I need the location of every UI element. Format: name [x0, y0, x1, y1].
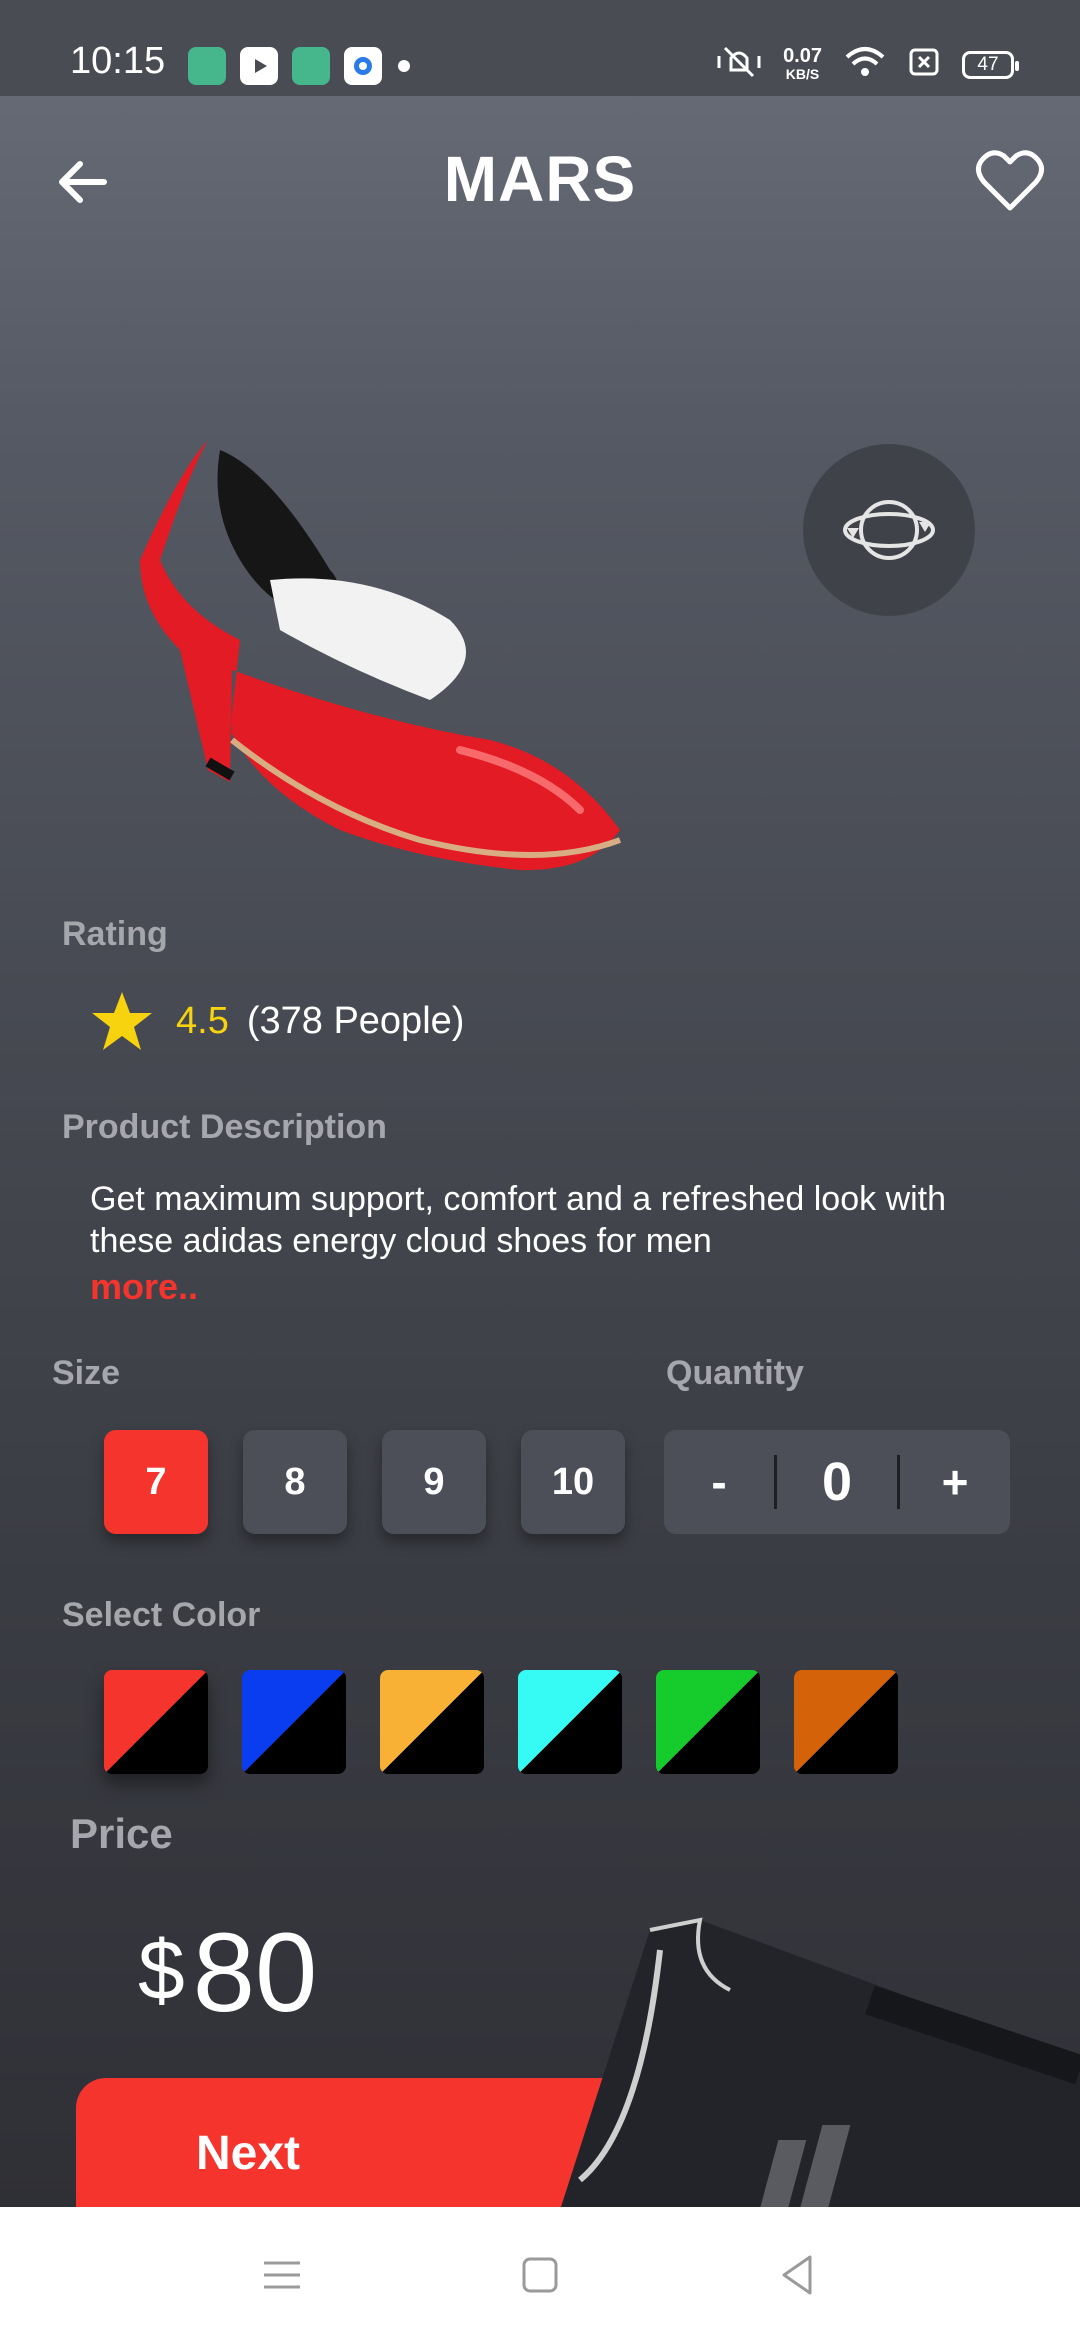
star-icon	[92, 992, 152, 1050]
youtube-icon	[240, 47, 278, 85]
sim-icon	[908, 47, 940, 82]
color-swatch-red[interactable]	[104, 1670, 208, 1774]
description-label: Product Description	[62, 1108, 387, 1146]
price-value: 80	[192, 1910, 318, 2035]
next-button-label: Next	[196, 2127, 301, 2180]
quantity-label: Quantity	[666, 1354, 804, 1392]
view-360-button[interactable]	[803, 444, 975, 616]
rotate-360-icon	[843, 500, 935, 560]
upload-app-icon	[292, 47, 330, 85]
quantity-stepper: - 0 +	[664, 1430, 1010, 1534]
color-swatch-brown[interactable]	[794, 1670, 898, 1774]
recents-button[interactable]	[254, 2247, 310, 2303]
network-speed: 0.07 KB/S	[783, 44, 822, 82]
size-option[interactable]: 10	[521, 1430, 625, 1534]
shoebox-illustration	[560, 1917, 1080, 2207]
price-currency: $	[138, 1923, 185, 2017]
page-title: MARS	[443, 143, 637, 215]
rating-value: 4.5	[176, 999, 229, 1042]
size-options: 7 8 9 10	[104, 1430, 625, 1534]
battery-indicator: 47	[962, 50, 1019, 79]
product-screen: 10:15 0.07 KB/S 47 MARS Rating 4.5 (378 …	[0, 0, 1080, 2207]
home-button[interactable]	[512, 2247, 568, 2303]
product-description: Get maximum support, comfort and a refre…	[90, 1180, 947, 1260]
wifi-icon	[844, 45, 886, 84]
rating-label: Rating	[62, 915, 168, 953]
rating-row: 4.5 (378 People)	[90, 990, 464, 1052]
color-swatch-green[interactable]	[656, 1670, 760, 1774]
color-swatch-cyan[interactable]	[518, 1670, 622, 1774]
color-swatch-blue[interactable]	[242, 1670, 346, 1774]
square-icon	[522, 2257, 558, 2293]
decrement-button[interactable]: -	[664, 1455, 774, 1509]
status-right-icons: 0.07 KB/S 47	[717, 44, 1019, 85]
favorite-button[interactable]	[974, 148, 1046, 214]
heart-icon	[976, 150, 1044, 211]
triangle-back-icon	[782, 2255, 812, 2295]
product-image	[140, 440, 622, 871]
color-options	[104, 1670, 898, 1774]
notification-app-icon	[188, 47, 226, 85]
system-nav-bar	[0, 2207, 1080, 2340]
size-option[interactable]: 9	[382, 1430, 486, 1534]
browser-app-icon	[344, 47, 382, 85]
increment-button[interactable]: +	[900, 1455, 1010, 1509]
size-option[interactable]: 7	[104, 1430, 208, 1534]
status-time: 10:15	[70, 40, 166, 82]
more-link[interactable]: more..	[90, 1266, 198, 1308]
price: $ 80	[138, 1908, 317, 2037]
select-color-label: Select Color	[62, 1596, 261, 1634]
quantity-value: 0	[774, 1455, 900, 1509]
rating-count: (378 People)	[246, 999, 465, 1042]
back-nav-button[interactable]	[770, 2247, 826, 2303]
price-label: Price	[70, 1810, 173, 1857]
mute-vibrate-icon	[717, 44, 761, 85]
status-bar: 10:15 0.07 KB/S 47	[0, 0, 1080, 96]
size-option[interactable]: 8	[243, 1430, 347, 1534]
size-label: Size	[52, 1354, 121, 1392]
more-notifications-dot	[398, 60, 410, 72]
menu-lines-icon	[264, 2261, 300, 2289]
color-swatch-orange[interactable]	[380, 1670, 484, 1774]
